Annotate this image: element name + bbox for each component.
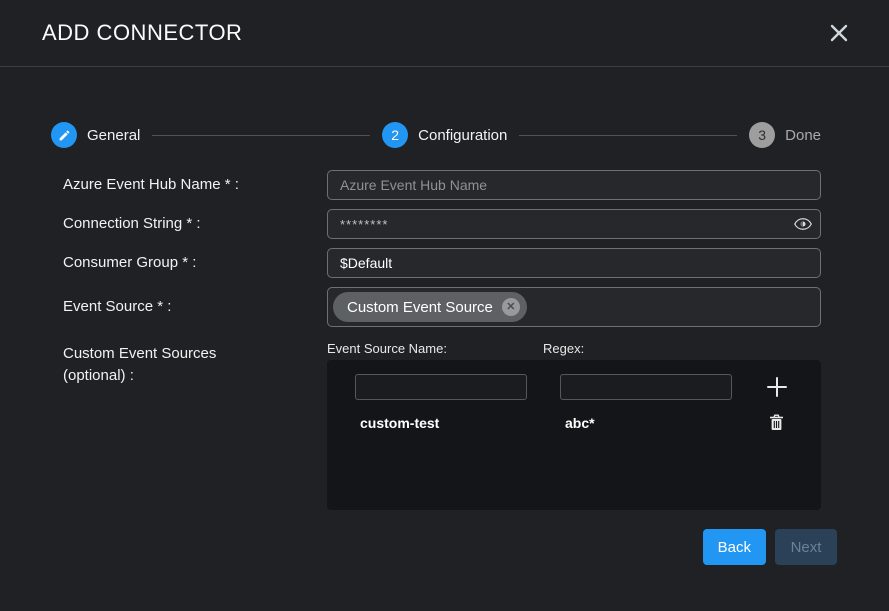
step-configuration-label: Configuration xyxy=(418,127,507,144)
row-event-source: Event Source * : Custom Event Source ✕ xyxy=(63,287,889,327)
row-custom-event-sources: Custom Event Sources (optional) : Event … xyxy=(63,341,889,510)
plus-icon xyxy=(766,376,788,398)
azure-event-hub-name-label: Azure Event Hub Name * : xyxy=(63,174,327,196)
pencil-icon xyxy=(58,129,71,142)
dialog-title: ADD CONNECTOR xyxy=(42,20,242,46)
event-source-chip-label: Custom Event Source xyxy=(347,299,493,316)
close-icon[interactable] xyxy=(827,21,851,45)
next-button[interactable]: Next xyxy=(775,529,837,565)
new-source-name-input[interactable] xyxy=(355,374,527,400)
new-source-regex-input[interactable] xyxy=(560,374,732,400)
source-regex-value: abc* xyxy=(560,415,732,431)
chip-remove-icon[interactable]: ✕ xyxy=(502,298,520,316)
custom-sources-panel: custom-test abc* xyxy=(327,360,821,510)
step-general-circle xyxy=(51,122,77,148)
step-done-circle: 3 xyxy=(749,122,775,148)
step-configuration-circle: 2 xyxy=(382,122,408,148)
source-name-value: custom-test xyxy=(355,415,560,431)
add-source-button[interactable] xyxy=(766,376,788,398)
column-header-name: Event Source Name: xyxy=(327,341,543,356)
step-done-label: Done xyxy=(785,127,821,144)
event-source-chip: Custom Event Source ✕ xyxy=(333,292,527,322)
delete-source-button[interactable] xyxy=(769,414,784,431)
row-azure-event-hub-name: Azure Event Hub Name * : xyxy=(63,170,889,200)
event-source-input[interactable]: Custom Event Source ✕ xyxy=(327,287,821,327)
step-general[interactable]: General xyxy=(51,122,140,148)
dialog-footer: Back Next xyxy=(63,529,837,565)
wizard-stepper: General 2 Configuration 3 Done xyxy=(51,122,821,148)
dialog-header: ADD CONNECTOR xyxy=(0,0,889,67)
custom-event-sources-label: Custom Event Sources (optional) : xyxy=(63,341,327,387)
connection-string-input[interactable] xyxy=(327,209,821,239)
connector-form: Azure Event Hub Name * : Connection Stri… xyxy=(63,170,889,565)
step-configuration[interactable]: 2 Configuration xyxy=(382,122,507,148)
consumer-group-label: Consumer Group * : xyxy=(63,252,327,274)
add-connector-dialog: ADD CONNECTOR General 2 Configuration xyxy=(0,0,889,611)
trash-icon xyxy=(769,414,784,431)
row-consumer-group: Consumer Group * : xyxy=(63,248,889,278)
event-source-label: Event Source * : xyxy=(63,296,327,318)
consumer-group-input[interactable] xyxy=(327,248,821,278)
connection-string-label: Connection String * : xyxy=(63,213,327,235)
azure-event-hub-name-input[interactable] xyxy=(327,170,821,200)
step-general-label: General xyxy=(87,127,140,144)
eye-icon[interactable] xyxy=(794,217,812,231)
row-connection-string: Connection String * : xyxy=(63,209,889,239)
custom-source-row: custom-test abc* xyxy=(355,414,821,431)
stepper-line xyxy=(152,135,370,136)
stepper-line xyxy=(519,135,737,136)
back-button[interactable]: Back xyxy=(703,529,766,565)
custom-sources-entry-row xyxy=(355,374,821,400)
column-header-regex: Regex: xyxy=(543,341,821,356)
custom-sources-column-headers: Event Source Name: Regex: xyxy=(327,341,821,356)
step-done: 3 Done xyxy=(749,122,821,148)
